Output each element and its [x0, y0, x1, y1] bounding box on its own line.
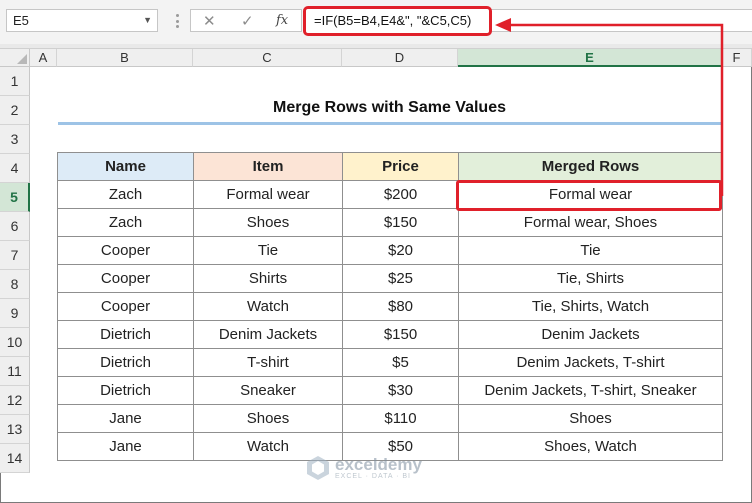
- cell-item[interactable]: Formal wear: [193, 180, 343, 209]
- watermark: exceldemy EXCEL · DATA · BI: [305, 455, 422, 481]
- column-header-b[interactable]: B: [57, 49, 193, 67]
- cell-item[interactable]: Sneaker: [193, 376, 343, 405]
- header-item[interactable]: Item: [193, 152, 343, 181]
- insert-function-icon[interactable]: fx: [276, 13, 288, 28]
- cell-item[interactable]: Shoes: [193, 208, 343, 237]
- header-row: Name Item Price Merged Rows: [57, 152, 723, 181]
- sheet-title[interactable]: Merge Rows with Same Values: [58, 96, 721, 120]
- cell-price[interactable]: $20: [342, 236, 459, 265]
- row-header-10[interactable]: 10: [0, 328, 30, 357]
- table-row: Cooper Watch $80 Tie, Shirts, Watch: [57, 292, 723, 321]
- row-header-12[interactable]: 12: [0, 386, 30, 415]
- row-header-8[interactable]: 8: [0, 270, 30, 299]
- cell-name[interactable]: Jane: [57, 432, 194, 461]
- cell-merged[interactable]: Denim Jackets, T-shirt: [458, 348, 723, 377]
- cell-item[interactable]: Shirts: [193, 264, 343, 293]
- table-row: Dietrich Denim Jackets $150 Denim Jacket…: [57, 320, 723, 349]
- table-row: Cooper Shirts $25 Tie, Shirts: [57, 264, 723, 293]
- column-header-d[interactable]: D: [342, 49, 458, 67]
- cell-name[interactable]: Jane: [57, 404, 194, 433]
- row-header-13[interactable]: 13: [0, 415, 30, 444]
- column-header-a[interactable]: A: [30, 49, 57, 67]
- cell-merged[interactable]: Tie, Shirts: [458, 264, 723, 293]
- cell-item[interactable]: Tie: [193, 236, 343, 265]
- watermark-brand: exceldemy: [335, 454, 422, 474]
- cell-price[interactable]: $110: [342, 404, 459, 433]
- row-header-2[interactable]: 2: [0, 96, 30, 125]
- row-header-4[interactable]: 4: [0, 154, 30, 183]
- cell-merged[interactable]: Tie: [458, 236, 723, 265]
- cell-item[interactable]: Denim Jackets: [193, 320, 343, 349]
- cell-item[interactable]: T-shirt: [193, 348, 343, 377]
- header-merged-rows[interactable]: Merged Rows: [458, 152, 723, 181]
- cell-price[interactable]: $150: [342, 320, 459, 349]
- active-cell-highlight: [456, 180, 722, 211]
- watermark-tagline: EXCEL · DATA · BI: [335, 472, 411, 480]
- cell-merged[interactable]: Denim Jackets, T-shirt, Sneaker: [458, 376, 723, 405]
- cell-name[interactable]: Dietrich: [57, 320, 194, 349]
- name-box-value: E5: [13, 13, 29, 28]
- cell-price[interactable]: $150: [342, 208, 459, 237]
- title-underline: [58, 122, 721, 125]
- row-header-9[interactable]: 9: [0, 299, 30, 328]
- column-header-c[interactable]: C: [193, 49, 342, 67]
- cell-price[interactable]: $80: [342, 292, 459, 321]
- header-name[interactable]: Name: [57, 152, 194, 181]
- table-row: Dietrich Sneaker $30 Denim Jackets, T-sh…: [57, 376, 723, 405]
- row-header-1[interactable]: 1: [0, 67, 30, 96]
- chevron-down-icon[interactable]: ▼: [143, 10, 152, 31]
- cell-name[interactable]: Cooper: [57, 236, 194, 265]
- cell-name[interactable]: Dietrich: [57, 348, 194, 377]
- cell-name[interactable]: Cooper: [57, 264, 194, 293]
- row-header-5[interactable]: 5: [0, 183, 30, 212]
- cell-price[interactable]: $200: [342, 180, 459, 209]
- cell-merged[interactable]: Tie, Shirts, Watch: [458, 292, 723, 321]
- row-header-11[interactable]: 11: [0, 357, 30, 386]
- column-header-e[interactable]: E: [458, 49, 722, 67]
- cell-name[interactable]: Zach: [57, 180, 194, 209]
- table-row: Zach Shoes $150 Formal wear, Shoes: [57, 208, 723, 237]
- formula-input[interactable]: =IF(B5=B4,E4&", "&C5,C5): [303, 6, 492, 36]
- cell-name[interactable]: Dietrich: [57, 376, 194, 405]
- drag-handle-icon[interactable]: [176, 14, 179, 28]
- cell-merged[interactable]: Denim Jackets: [458, 320, 723, 349]
- cell-merged[interactable]: Formal wear, Shoes: [458, 208, 723, 237]
- select-all-button[interactable]: [0, 49, 30, 67]
- row-header-3[interactable]: 3: [0, 125, 30, 154]
- row-header-14[interactable]: 14: [0, 444, 30, 473]
- row-header-6[interactable]: 6: [0, 212, 30, 241]
- cell-name[interactable]: Zach: [57, 208, 194, 237]
- cell-name[interactable]: Cooper: [57, 292, 194, 321]
- cell-price[interactable]: $5: [342, 348, 459, 377]
- formula-buttons: ✕ ✓ fx: [190, 9, 302, 32]
- table-row: Jane Shoes $110 Shoes: [57, 404, 723, 433]
- name-box[interactable]: E5 ▼: [6, 9, 158, 32]
- table-row: Cooper Tie $20 Tie: [57, 236, 723, 265]
- cell-merged[interactable]: Shoes: [458, 404, 723, 433]
- cell-item[interactable]: Watch: [193, 292, 343, 321]
- cancel-icon[interactable]: ✕: [203, 12, 216, 30]
- enter-icon[interactable]: ✓: [241, 12, 254, 30]
- table-row: Dietrich T-shirt $5 Denim Jackets, T-shi…: [57, 348, 723, 377]
- exceldemy-logo-icon: [307, 456, 329, 480]
- formula-bar: E5 ▼ ✕ ✓ fx =IF(B5=B4,E4&", "&C5,C5): [0, 0, 752, 44]
- cell-item[interactable]: Shoes: [193, 404, 343, 433]
- row-header-7[interactable]: 7: [0, 241, 30, 270]
- header-price[interactable]: Price: [342, 152, 459, 181]
- cell-price[interactable]: $25: [342, 264, 459, 293]
- cell-merged[interactable]: Shoes, Watch: [458, 432, 723, 461]
- cell-price[interactable]: $30: [342, 376, 459, 405]
- column-header-f[interactable]: F: [722, 49, 752, 67]
